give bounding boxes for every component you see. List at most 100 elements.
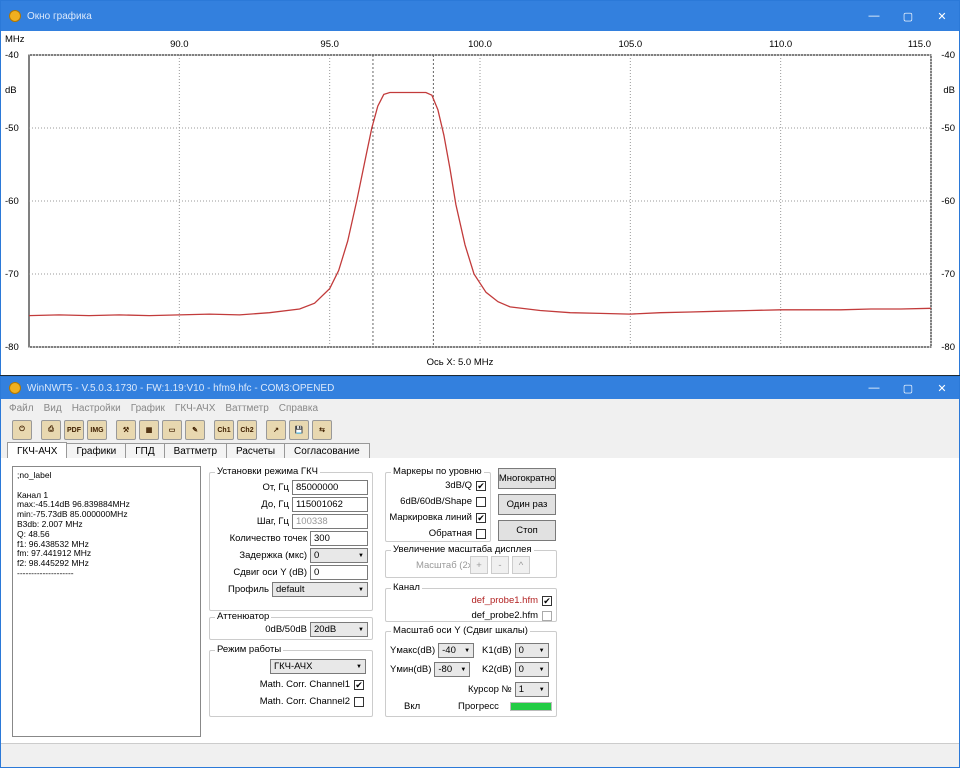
open-icon[interactable]: ↗ bbox=[266, 420, 286, 440]
frequency-response-chart[interactable]: 90.0 95.0 100.0 105.0 110.0 115.0 -40 -40 -50 -50… bbox=[1, 31, 959, 375]
menu-item[interactable]: Настройки bbox=[72, 403, 121, 414]
y-tick-label-right: -80 bbox=[941, 342, 955, 353]
menu-item[interactable]: Ваттметр bbox=[225, 403, 268, 414]
menu-item[interactable]: График bbox=[131, 403, 165, 414]
table-icon[interactable]: ▦ bbox=[139, 420, 159, 440]
print-icon[interactable]: ⎙ bbox=[41, 420, 61, 440]
ymin-select[interactable]: -80 ▼ bbox=[434, 662, 471, 677]
main-window-title: WinNWT5 - V.5.0.3.1730 - FW:1.19:V10 - h… bbox=[27, 382, 335, 394]
zoom-up-button[interactable]: ^ bbox=[512, 556, 530, 574]
zoom-plus-button[interactable]: + bbox=[470, 556, 488, 574]
measurement-info: ;no_label Канал 1 max:-45.14dB 96.839884… bbox=[12, 466, 201, 737]
graph-window-titlebar[interactable]: Окно графика — ▢ ✕ bbox=[1, 1, 959, 31]
tab-item[interactable]: Расчеты bbox=[226, 443, 286, 458]
mode-value: ГКЧ-АЧХ bbox=[274, 661, 313, 672]
attenuator-select[interactable]: 20dB ▼ bbox=[310, 622, 368, 637]
cursor-select[interactable]: 1 ▼ bbox=[514, 682, 549, 697]
stop-button[interactable]: Стоп bbox=[498, 520, 556, 541]
tab-item[interactable]: Ваттметр bbox=[163, 443, 228, 458]
maximize-button[interactable]: ▢ bbox=[891, 1, 925, 31]
export-image-icon[interactable]: IMG bbox=[87, 420, 107, 440]
marker-reverse-checkbox[interactable] bbox=[476, 528, 486, 539]
from-input[interactable]: 85000000 bbox=[292, 480, 368, 495]
chevron-down-icon: ▼ bbox=[358, 626, 364, 633]
profile-value: default bbox=[276, 584, 305, 595]
k1-label: K1(dB) bbox=[482, 645, 512, 656]
close-button[interactable]: ✕ bbox=[925, 377, 959, 399]
yshift-input[interactable]: 0 bbox=[310, 565, 368, 580]
k1-select[interactable]: 0 ▼ bbox=[514, 643, 549, 658]
tab-item[interactable]: Графики bbox=[66, 443, 127, 458]
progress-bar bbox=[510, 702, 552, 711]
marker-3db-checkbox[interactable]: ✔ bbox=[476, 480, 486, 491]
marker-3db-label: 3dB/Q bbox=[445, 480, 472, 491]
attenuator-value: 20dB bbox=[314, 624, 337, 635]
x-unit-label: MHz bbox=[5, 34, 25, 45]
maximize-button[interactable]: ▢ bbox=[891, 377, 925, 399]
tab-item[interactable]: ГКЧ-АЧХ bbox=[7, 442, 68, 459]
probe-icon[interactable]: ✎ bbox=[185, 420, 205, 440]
zoom-title: Увеличение масштаба дисплея bbox=[391, 544, 534, 555]
step-label: Шаг, Гц bbox=[256, 516, 289, 527]
menu-item[interactable]: Вид bbox=[44, 403, 62, 414]
cursor-value: 1 bbox=[518, 684, 525, 695]
probe2-label: def_probe2.hfm bbox=[471, 610, 538, 621]
x-tick-label: 90.0 bbox=[170, 39, 189, 50]
marker-lines-checkbox[interactable]: ✔ bbox=[476, 512, 486, 523]
ymax-value: -40 bbox=[442, 645, 456, 656]
attenuator-label: 0dB/50dB bbox=[265, 624, 307, 635]
channel2-icon[interactable]: Ch2 bbox=[237, 420, 257, 440]
save-icon[interactable]: 💾 bbox=[289, 420, 309, 440]
to-input[interactable]: 115001062 bbox=[292, 497, 368, 512]
menu-item[interactable]: Справка bbox=[279, 403, 318, 414]
power-icon[interactable]: ⏻ bbox=[12, 420, 32, 440]
tab-item[interactable]: ГПД bbox=[125, 443, 165, 458]
swap-icon[interactable]: ⇆ bbox=[312, 420, 332, 440]
chart-icon[interactable]: ▭ bbox=[162, 420, 182, 440]
cursor-label: Курсор № bbox=[468, 684, 512, 695]
multi-sweep-button[interactable]: Многократно bbox=[498, 468, 556, 489]
marker-shape-checkbox[interactable] bbox=[476, 496, 486, 507]
math-corr-channel2-checkbox[interactable] bbox=[354, 696, 364, 707]
marker-shape-label: 6dB/60dB/Shape bbox=[400, 496, 472, 507]
main-window: WinNWT5 - V.5.0.3.1730 - FW:1.19:V10 - h… bbox=[0, 376, 960, 768]
single-sweep-button[interactable]: Один раз bbox=[498, 494, 556, 515]
x-axis-label: Ось X: 5.0 MHz bbox=[427, 357, 494, 368]
delay-select[interactable]: 0 ▼ bbox=[310, 548, 368, 563]
channel1-icon[interactable]: Ch1 bbox=[214, 420, 234, 440]
k1-value: 0 bbox=[518, 645, 524, 656]
tools-icon[interactable]: ⚒ bbox=[116, 420, 136, 440]
x-tick-label: 105.0 bbox=[618, 39, 642, 50]
main-window-titlebar[interactable]: WinNWT5 - V.5.0.3.1730 - FW:1.19:V10 - h… bbox=[1, 377, 959, 399]
graph-window: Окно графика — ▢ ✕ 90.0 95.0 100.0 105.0 110… bbox=[0, 0, 960, 375]
plot-area[interactable]: 90.0 95.0 100.0 105.0 110.0 115.0 -40 -40 -50 -50… bbox=[1, 31, 959, 375]
mode-select[interactable]: ГКЧ-АЧХ ▼ bbox=[270, 659, 366, 674]
x-tick-label: 95.0 bbox=[320, 39, 339, 50]
profile-select[interactable]: default ▼ bbox=[272, 582, 368, 597]
ymax-label: Yмакс(dB) bbox=[390, 645, 436, 656]
menu-item[interactable]: Файл bbox=[9, 403, 34, 414]
tab-bar: ГКЧ-АЧХ Графики ГПД Ваттметр Расчеты Согласов… bbox=[1, 442, 959, 459]
minimize-button[interactable]: — bbox=[857, 1, 891, 31]
ymax-select[interactable]: -40 ▼ bbox=[438, 643, 475, 658]
points-input[interactable]: 300 bbox=[310, 531, 368, 546]
close-button[interactable]: ✕ bbox=[925, 1, 959, 31]
minimize-button[interactable]: — bbox=[857, 377, 891, 399]
ymin-value: -80 bbox=[438, 664, 453, 675]
delay-label: Задержка (мкс) bbox=[239, 550, 307, 561]
k2-value: 0 bbox=[518, 664, 524, 675]
probe1-checkbox[interactable]: ✔ bbox=[542, 595, 552, 606]
menu-item[interactable]: ГКЧ-АЧХ bbox=[175, 403, 215, 414]
channel-title: Канал bbox=[391, 582, 422, 593]
chevron-down-icon: ▼ bbox=[538, 686, 545, 693]
k2-select[interactable]: 0 ▼ bbox=[514, 662, 549, 677]
zoom-minus-button[interactable]: - bbox=[491, 556, 509, 574]
y-tick-label-left: -50 bbox=[5, 123, 19, 134]
profile-label: Профиль bbox=[227, 584, 269, 595]
series-line-channel1 bbox=[28, 91, 932, 317]
math-corr-channel1-checkbox[interactable]: ✔ bbox=[354, 679, 364, 690]
export-pdf-icon[interactable]: PDF bbox=[64, 420, 84, 440]
app-icon bbox=[9, 382, 21, 394]
tab-item[interactable]: Согласование bbox=[284, 443, 370, 458]
zoom-group: Увеличение масштаба дисплея Масштаб (2x)… bbox=[385, 544, 557, 578]
